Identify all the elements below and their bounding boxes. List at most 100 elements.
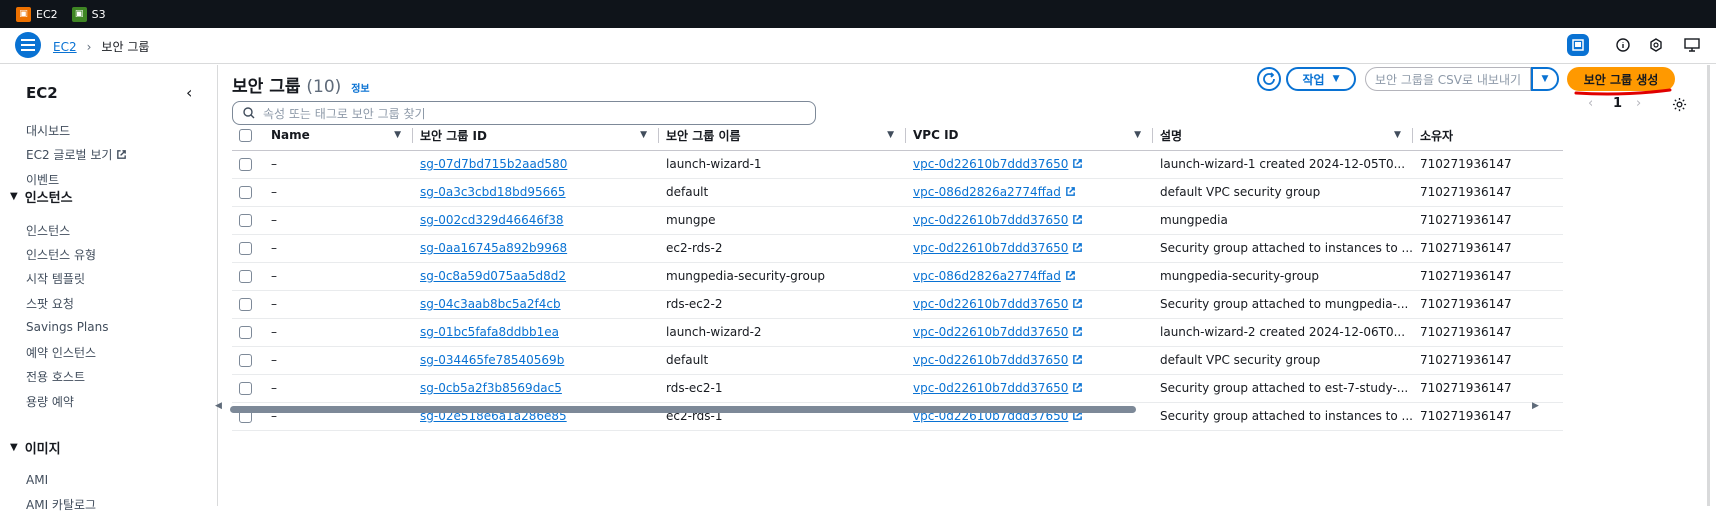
- caret-down-icon: ▼: [1332, 74, 1340, 84]
- sg-id-cell: sg-07d7bd715b2aad580: [413, 150, 659, 179]
- info-button[interactable]: [1610, 32, 1636, 58]
- service-shortcut-ec2[interactable]: ▣ EC2: [16, 6, 58, 22]
- row-checkbox[interactable]: [239, 326, 252, 339]
- vpc-id-link[interactable]: vpc-0d22610b7ddd37650: [913, 325, 1068, 339]
- sort-icon[interactable]: ▼: [394, 130, 401, 140]
- sidebar-item[interactable]: EC2 글로벌 보기: [26, 146, 127, 163]
- sidebar-item[interactable]: AMI: [26, 473, 48, 487]
- row-checkbox[interactable]: [239, 354, 252, 367]
- page-number[interactable]: 1: [1613, 96, 1622, 111]
- table-row[interactable]: – sg-0aa16745a892b9968 ec2-rds-2 vpc-0d2261…: [232, 234, 1563, 263]
- column-header[interactable]: Name ▼: [264, 121, 413, 151]
- table-row[interactable]: – sg-01bc5fafa8ddbb1ea launch-wizard-2 vpc-…: [232, 318, 1563, 347]
- table-row[interactable]: – sg-07d7bd715b2aad580 launch-wizard-1 vpc-…: [232, 150, 1563, 179]
- sort-icon[interactable]: ▼: [887, 130, 894, 140]
- section-instances[interactable]: ▼ 인스턴스: [10, 187, 73, 206]
- description-cell: Security group attached to mungpedia-...: [1153, 290, 1413, 319]
- name-cell: –: [264, 346, 413, 375]
- sidebar-item[interactable]: Savings Plans: [26, 320, 108, 334]
- sidebar-close-button[interactable]: ‹: [186, 83, 192, 102]
- sidebar-item[interactable]: 전용 호스트: [26, 368, 85, 385]
- sg-id-link[interactable]: sg-034465fe78540569b: [420, 353, 564, 367]
- vpc-id-cell: vpc-086d2826a2774ffad: [906, 178, 1153, 207]
- table-row[interactable]: – sg-0cb5a2f3b8569dac5 rds-ec2-1 vpc-0d2261…: [232, 374, 1563, 403]
- sg-id-link[interactable]: sg-07d7bd715b2aad580: [420, 157, 567, 171]
- horizontal-scrollbar[interactable]: ◀ ▶: [215, 401, 1710, 415]
- sidebar-item[interactable]: 용량 예약: [26, 393, 74, 410]
- settings-button[interactable]: [1672, 97, 1687, 116]
- chevron-left-icon: ‹: [186, 83, 193, 102]
- sidebar-item[interactable]: AMI 카탈로그: [26, 496, 96, 513]
- column-header[interactable]: VPC ID ▼: [906, 121, 1153, 151]
- sidebar-item[interactable]: 인스턴스: [26, 222, 70, 239]
- column-header[interactable]: 소유자: [1412, 121, 1563, 151]
- vpc-id-link[interactable]: vpc-0d22610b7ddd37650: [913, 297, 1068, 311]
- table-row[interactable]: – sg-0a3c3cbd18bd95665 default vpc-086d2826…: [232, 178, 1563, 207]
- feedback-icon: [1684, 38, 1700, 52]
- row-checkbox[interactable]: [239, 186, 252, 199]
- sg-id-link[interactable]: sg-0a3c3cbd18bd95665: [420, 185, 566, 199]
- sg-id-link[interactable]: sg-002cd329d46646f38: [420, 213, 564, 227]
- panel-toggle-button[interactable]: [1567, 34, 1589, 56]
- caret-down-icon: ▼: [10, 442, 18, 453]
- vpc-id-link[interactable]: vpc-0d22610b7ddd37650: [913, 381, 1068, 395]
- next-page-button[interactable]: ›: [1636, 96, 1641, 111]
- name-cell: –: [264, 206, 413, 235]
- info-link[interactable]: 정보: [351, 84, 369, 95]
- sort-icon[interactable]: ▼: [640, 130, 647, 140]
- vertical-scrollbar[interactable]: [1707, 65, 1710, 506]
- table-row[interactable]: – sg-04c3aab8bc5a2f4cb rds-ec2-2 vpc-0d2261…: [232, 290, 1563, 319]
- vpc-id-link[interactable]: vpc-0d22610b7ddd37650: [913, 213, 1068, 227]
- scrollbar-thumb[interactable]: [230, 406, 1136, 413]
- sidebar-item[interactable]: 시작 템플릿: [26, 270, 85, 287]
- row-checkbox[interactable]: [239, 158, 252, 171]
- vpc-id-link[interactable]: vpc-086d2826a2774ffad: [913, 269, 1061, 283]
- sidebar-item[interactable]: 대시보드: [26, 122, 70, 139]
- prev-page-button[interactable]: ‹: [1588, 96, 1593, 111]
- sort-icon[interactable]: ▼: [1134, 130, 1141, 140]
- row-select-cell: [232, 150, 264, 179]
- sidebar-item-label: 대시보드: [26, 124, 71, 138]
- refresh-button[interactable]: [1257, 67, 1281, 91]
- description-cell: launch-wizard-2 created 2024-12-06T0...: [1153, 318, 1413, 347]
- column-header[interactable]: 보안 그룹 이름 ▼: [659, 121, 906, 151]
- table-row[interactable]: – sg-002cd329d46646f38 mungpe vpc-0d22610b7…: [232, 206, 1563, 235]
- export-dropdown-button[interactable]: ▼: [1531, 67, 1559, 91]
- breadcrumb-ec2-link[interactable]: EC2: [53, 40, 77, 54]
- security-button[interactable]: [1643, 32, 1669, 58]
- vpc-id-link[interactable]: vpc-0d22610b7ddd37650: [913, 241, 1068, 255]
- menu-button[interactable]: [15, 32, 41, 58]
- top-service-bar: ▣ EC2 ▣ S3: [0, 0, 1716, 28]
- vpc-id-link[interactable]: vpc-086d2826a2774ffad: [913, 185, 1061, 199]
- feedback-button[interactable]: [1679, 32, 1705, 58]
- select-all-checkbox[interactable]: [239, 129, 252, 143]
- table-row[interactable]: – sg-034465fe78540569b default vpc-0d22610b…: [232, 346, 1563, 375]
- row-checkbox[interactable]: [239, 298, 252, 311]
- column-header[interactable]: 설명 ▼: [1153, 121, 1413, 151]
- sg-id-link[interactable]: sg-0aa16745a892b9968: [420, 241, 567, 255]
- sidebar-item[interactable]: 이벤트: [26, 171, 59, 188]
- sg-id-link[interactable]: sg-0c8a59d075aa5d8d2: [420, 269, 566, 283]
- row-checkbox[interactable]: [239, 214, 252, 227]
- vpc-id-link[interactable]: vpc-0d22610b7ddd37650: [913, 353, 1068, 367]
- sg-id-link[interactable]: sg-01bc5fafa8ddbb1ea: [420, 325, 559, 339]
- caret-down-icon: ▼: [1541, 74, 1549, 84]
- row-checkbox[interactable]: [239, 242, 252, 255]
- external-link-icon: [1073, 243, 1083, 252]
- section-images[interactable]: ▼ 이미지: [10, 438, 61, 457]
- row-select-cell: [232, 262, 264, 291]
- export-csv-button[interactable]: 보안 그룹을 CSV로 내보내기: [1365, 67, 1531, 91]
- row-checkbox[interactable]: [239, 382, 252, 395]
- column-header[interactable]: 보안 그룹 ID ▼: [413, 121, 659, 151]
- service-shortcut-s3[interactable]: ▣ S3: [71, 6, 106, 22]
- sg-id-link[interactable]: sg-0cb5a2f3b8569dac5: [420, 381, 562, 395]
- actions-dropdown[interactable]: 작업 ▼: [1286, 67, 1356, 91]
- table-row[interactable]: – sg-0c8a59d075aa5d8d2 mungpedia-security-…: [232, 262, 1563, 291]
- sidebar-item[interactable]: 인스턴스 유형: [26, 246, 96, 263]
- vpc-id-link[interactable]: vpc-0d22610b7ddd37650: [913, 157, 1068, 171]
- sort-icon[interactable]: ▼: [1394, 130, 1401, 140]
- sg-id-link[interactable]: sg-04c3aab8bc5a2f4cb: [420, 297, 561, 311]
- row-checkbox[interactable]: [239, 270, 252, 283]
- sidebar-item[interactable]: 스팟 요청: [26, 295, 74, 312]
- sidebar-item[interactable]: 예약 인스턴스: [26, 344, 96, 361]
